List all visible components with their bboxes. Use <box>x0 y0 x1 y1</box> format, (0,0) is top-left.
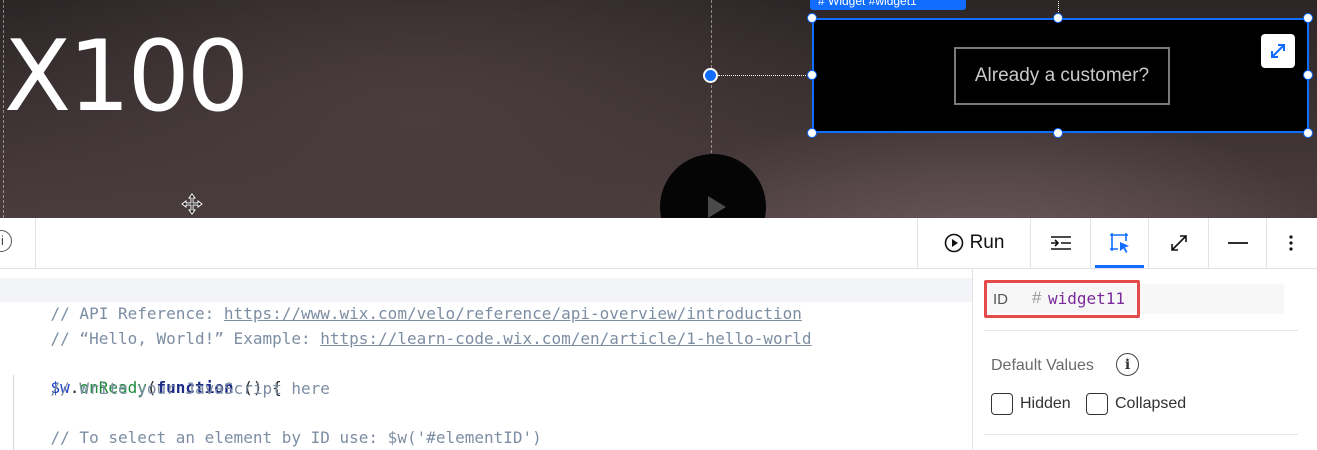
more-options-button[interactable] <box>1266 218 1314 268</box>
move-cross-icon[interactable] <box>180 192 204 216</box>
minimize-icon <box>1227 242 1248 244</box>
resize-handle-left[interactable] <box>807 70 817 80</box>
toolbar-divider <box>35 218 36 268</box>
properties-panel: ID # widget11 Default Values i Hidden Co… <box>974 269 1317 450</box>
code-panel-toolbar: i Run <box>0 218 1317 269</box>
stretch-button[interactable] <box>1261 34 1295 68</box>
panel-divider <box>984 434 1298 435</box>
collapsed-label[interactable]: Collapsed <box>1115 395 1186 413</box>
hidden-label[interactable]: Hidden <box>1020 395 1071 413</box>
code-line-5[interactable]: // Write your JavaScript here <box>12 377 330 401</box>
id-hash: # <box>1032 288 1042 307</box>
code-line-2[interactable]: // “Hello, World!” Example: https://lear… <box>12 303 812 348</box>
align-indent-icon <box>1050 236 1071 250</box>
hero-title[interactable]: X100 <box>4 28 249 126</box>
resize-handle-bottom[interactable] <box>1053 128 1063 138</box>
editor-canvas[interactable]: X100 # Widget #widget1 Already a custome… <box>0 0 1317 218</box>
code-editor[interactable]: // API Reference: https://www.wix.com/ve… <box>0 269 973 450</box>
resize-handle-bottom-left[interactable] <box>807 128 817 138</box>
code-line-1[interactable]: // API Reference: https://www.wix.com/ve… <box>12 278 802 323</box>
video-play-button[interactable] <box>660 154 766 218</box>
run-label: Run <box>969 232 1005 253</box>
code-line-4[interactable]: $w.onReady(function () { <box>12 352 282 397</box>
minimize-panel-button[interactable] <box>1208 218 1266 268</box>
select-element-button[interactable] <box>1090 218 1148 268</box>
id-label: ID <box>993 291 1008 308</box>
anchor-connector <box>718 75 810 76</box>
default-values-title: Default Values <box>991 357 1094 374</box>
expand-panel-button[interactable] <box>1148 218 1208 268</box>
resize-handle-bottom-right[interactable] <box>1303 128 1313 138</box>
anchor-handle[interactable] <box>703 68 718 83</box>
info-icon[interactable]: i <box>0 230 12 252</box>
selected-widget[interactable]: Already a customer? <box>812 18 1309 133</box>
properties-panel-toggle-button[interactable] <box>1030 218 1090 268</box>
widget-name-tag[interactable]: # Widget #widget1 <box>810 0 966 10</box>
expand-icon <box>1170 235 1187 251</box>
expand-arrows-icon <box>1271 44 1285 58</box>
collapsed-checkbox[interactable] <box>1086 393 1108 415</box>
vertical-guide-left <box>3 0 4 218</box>
play-icon <box>708 196 726 218</box>
resize-handle-right[interactable] <box>1303 70 1313 80</box>
panel-divider <box>984 330 1298 331</box>
hidden-checkbox[interactable] <box>991 393 1013 415</box>
already-customer-button[interactable]: Already a customer? <box>954 47 1170 105</box>
play-circle-icon <box>944 233 963 253</box>
select-element-icon <box>1109 233 1129 253</box>
hello-world-link[interactable]: https://learn-code.wix.com/en/article/1-… <box>320 329 811 348</box>
code-line-7[interactable]: // To select an element by ID use: $w('#… <box>12 426 542 450</box>
resize-handle-top-left[interactable] <box>807 13 817 23</box>
info-icon[interactable]: i <box>1116 353 1139 376</box>
resize-handle-top[interactable] <box>1053 13 1063 23</box>
run-button[interactable]: Run <box>917 218 1030 268</box>
resize-handle-top-right[interactable] <box>1303 13 1313 23</box>
id-input[interactable]: widget11 <box>1048 289 1125 308</box>
more-icon <box>1288 235 1293 251</box>
